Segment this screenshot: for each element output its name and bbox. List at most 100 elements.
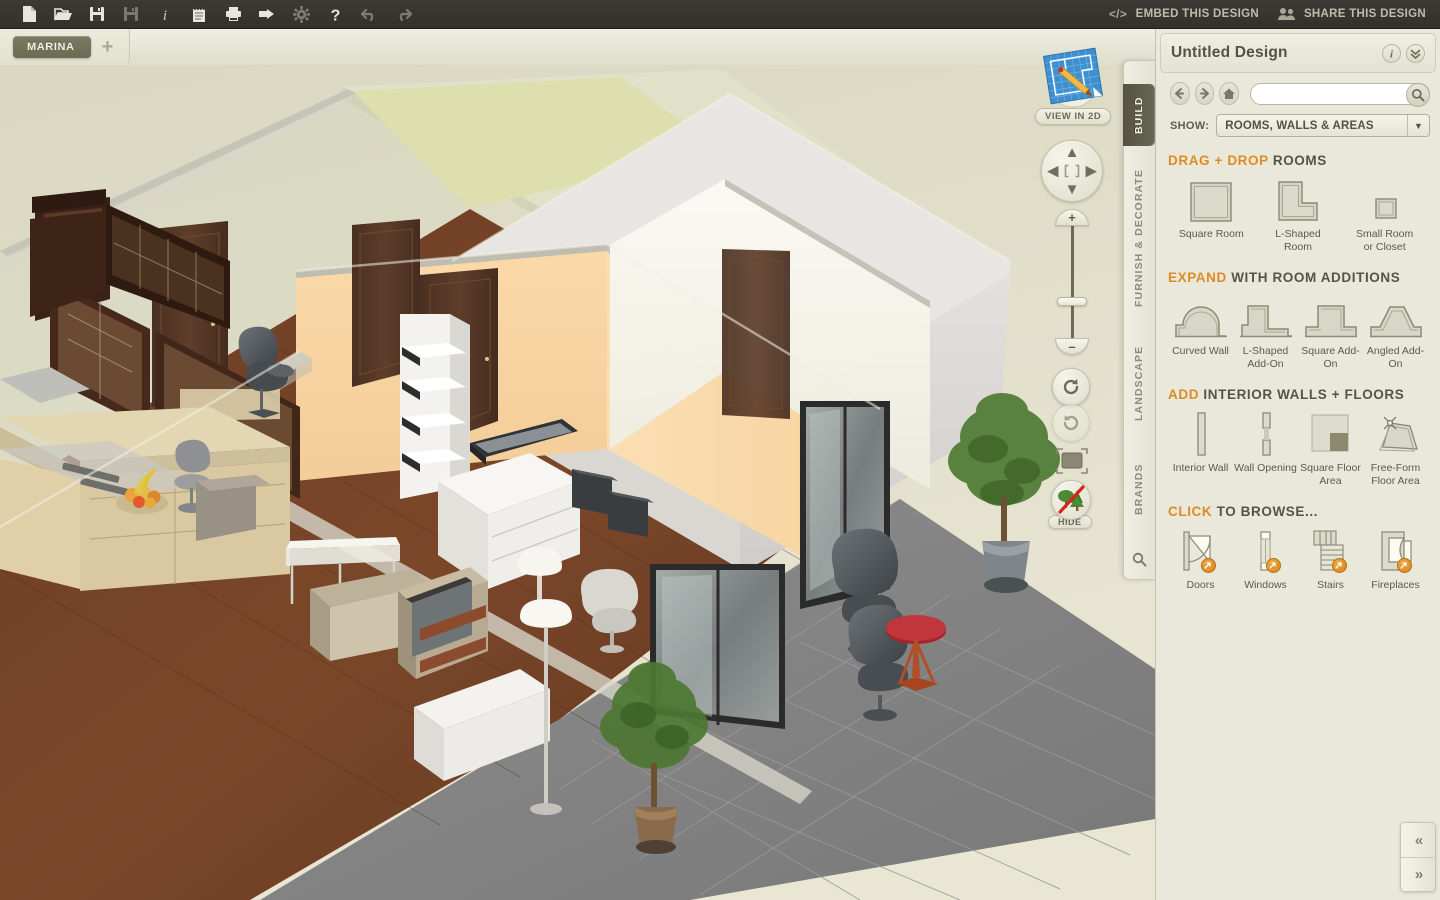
section-title-highlight: CLICK — [1168, 504, 1213, 519]
section-title-rest: WITH ROOM ADDITIONS — [1231, 270, 1401, 285]
save-icon[interactable] — [80, 1, 114, 28]
panel-collapse-stack: « » — [1400, 822, 1436, 892]
show-filter-value: ROOMS, WALLS & AREAS — [1225, 119, 1374, 132]
pan-left-icon[interactable]: ◀ — [1047, 164, 1059, 179]
item-label: Square Add-On — [1301, 345, 1360, 370]
item-label: Windows — [1244, 579, 1287, 591]
toolbar-icon-group: i ? — [0, 1, 420, 28]
notes-icon[interactable] — [182, 1, 216, 28]
nav-home-button[interactable] — [1219, 82, 1240, 105]
item-stairs[interactable]: Stairs — [1298, 528, 1363, 592]
panel-collapse-icon[interactable] — [1406, 43, 1425, 63]
browse-badge-icon[interactable] — [1331, 558, 1347, 573]
section-title-rest: ROOMS — [1272, 153, 1327, 168]
undo-icon[interactable] — [352, 1, 386, 28]
design-canvas-3d[interactable] — [0, 29, 1155, 900]
design-title: Untitled Design — [1171, 44, 1288, 61]
view-in-2d-icon[interactable] — [1037, 46, 1109, 108]
item-square-room[interactable]: Square Room — [1168, 177, 1255, 254]
browse-badge-icon[interactable] — [1265, 558, 1281, 573]
redo-icon[interactable] — [386, 1, 420, 28]
item-wall-opening[interactable]: Wall Opening — [1233, 411, 1298, 488]
document-tab-marina[interactable]: MARINA — [13, 36, 91, 58]
item-small-room-closet[interactable]: Small Room or Closet — [1341, 177, 1428, 254]
expand-right-button[interactable]: » — [1401, 857, 1435, 891]
view-in-2d-button[interactable]: VIEW IN 2D — [1035, 108, 1112, 125]
item-l-shaped-addon[interactable]: L-Shaped Add-On — [1233, 294, 1298, 371]
section-title: DRAG + DROP ROOMS — [1168, 153, 1428, 168]
nav-back-button[interactable] — [1170, 82, 1190, 105]
save-as-icon[interactable] — [114, 1, 148, 28]
browse-badge-icon[interactable] — [1396, 558, 1412, 573]
embed-design-button[interactable]: </> EMBED THIS DESIGN — [1107, 8, 1259, 20]
camera-view-button[interactable] — [1055, 447, 1089, 475]
browse-badge-icon[interactable] — [1200, 558, 1216, 573]
rotate-left-button[interactable] — [1052, 368, 1090, 406]
pan-up-icon[interactable]: ▲ — [1065, 145, 1080, 160]
section-title-highlight: EXPAND — [1168, 270, 1227, 285]
rail-search-icon[interactable] — [1123, 544, 1155, 574]
tab-landscape[interactable]: LANDSCAPE — [1123, 328, 1155, 438]
show-filter-dropdown[interactable]: ROOMS, WALLS & AREAS ▼ — [1216, 114, 1430, 137]
item-doors[interactable]: Doors — [1168, 528, 1233, 592]
panel-info-icon[interactable]: i — [1382, 43, 1401, 63]
pan-reset-icon[interactable] — [1064, 164, 1080, 178]
section-item-grid: Curved Wall L-Shaped Add-On Square Add-O… — [1168, 294, 1428, 371]
square-floor-area-icon — [1308, 411, 1354, 457]
hide-landscape-button[interactable] — [1051, 480, 1091, 520]
right-properties-panel: Untitled Design i SHOW: ROOMS, WALLS & A… — [1155, 29, 1440, 900]
settings-gear-icon[interactable] — [284, 1, 318, 28]
curved-wall-icon — [1173, 294, 1229, 340]
print-icon[interactable] — [216, 1, 250, 28]
item-label: Square Floor Area — [1300, 462, 1361, 487]
section-title-rest: INTERIOR WALLS + FLOORS — [1203, 387, 1405, 402]
rotate-right-button[interactable] — [1052, 404, 1090, 442]
panel-header: Untitled Design i — [1160, 33, 1436, 73]
share-design-label: SHARE THIS DESIGN — [1303, 8, 1426, 20]
add-tab-button[interactable]: + — [98, 37, 118, 57]
help-icon[interactable]: ? — [318, 1, 352, 28]
item-angled-addon[interactable]: Angled Add-On — [1363, 294, 1428, 371]
section-title: ADD INTERIOR WALLS + FLOORS — [1168, 387, 1428, 402]
section-title: CLICK TO BROWSE... — [1168, 504, 1428, 519]
share-design-button[interactable]: SHARE THIS DESIGN — [1277, 7, 1426, 21]
chevron-down-icon[interactable]: ▼ — [1407, 115, 1429, 136]
item-l-shaped-room[interactable]: L-Shaped Room — [1255, 177, 1342, 254]
section-title-highlight: ADD — [1168, 387, 1200, 402]
zoom-slider-thumb[interactable] — [1057, 297, 1087, 306]
pan-control-pad[interactable]: ▲ ▼ ◀ ▶ — [1041, 140, 1103, 202]
item-windows[interactable]: Windows — [1233, 528, 1298, 592]
door-icon — [1178, 528, 1224, 574]
embed-design-label: EMBED THIS DESIGN — [1135, 8, 1259, 20]
item-label: Square Room — [1178, 228, 1244, 240]
svg-text:i: i — [1390, 48, 1394, 60]
item-label: Fireplaces — [1371, 579, 1420, 591]
zoom-slider-track[interactable] — [1071, 212, 1074, 344]
item-interior-wall[interactable]: Interior Wall — [1168, 411, 1233, 488]
export-icon[interactable] — [250, 1, 284, 28]
svg-text:?: ? — [330, 7, 340, 23]
tab-build[interactable]: BUILD — [1123, 84, 1155, 146]
search-input[interactable] — [1251, 87, 1430, 100]
info-icon[interactable]: i — [148, 1, 182, 28]
item-free-form-floor-area[interactable]: Free-Form Floor Area — [1363, 411, 1428, 488]
item-fireplaces[interactable]: Fireplaces — [1363, 528, 1428, 592]
item-curved-wall[interactable]: Curved Wall — [1168, 294, 1233, 371]
new-document-icon[interactable] — [12, 1, 46, 28]
item-square-addon[interactable]: Square Add-On — [1298, 294, 1363, 371]
item-label: Interior Wall — [1172, 462, 1229, 474]
free-form-floor-area-icon — [1370, 411, 1422, 457]
open-folder-icon[interactable] — [46, 1, 80, 28]
search-submit-icon[interactable] — [1406, 82, 1431, 107]
tab-furnish-decorate[interactable]: FURNISH & DECORATE — [1123, 158, 1155, 318]
nav-forward-button[interactable] — [1194, 82, 1215, 105]
section-room-additions: EXPAND WITH ROOM ADDITIONS Curved Wall L… — [1168, 270, 1428, 371]
pan-down-icon[interactable]: ▼ — [1065, 182, 1080, 197]
panel-search-box[interactable] — [1250, 82, 1431, 107]
item-square-floor-area[interactable]: Square Floor Area — [1298, 411, 1363, 488]
collapse-left-button[interactable]: « — [1401, 823, 1435, 857]
item-label: Stairs — [1317, 579, 1344, 591]
tab-brands[interactable]: BRANDS — [1123, 448, 1155, 530]
item-label: Wall Opening — [1234, 462, 1297, 474]
pan-right-icon[interactable]: ▶ — [1085, 164, 1097, 179]
